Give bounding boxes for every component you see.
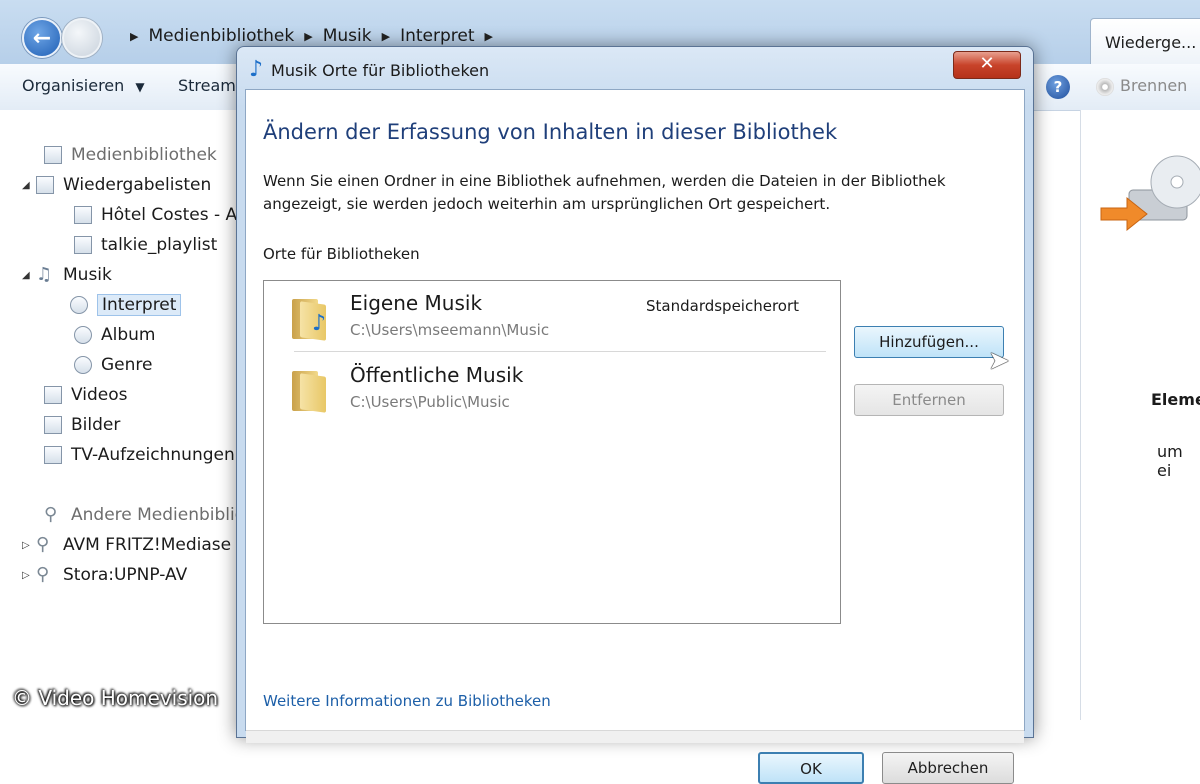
expand-icon[interactable]: ▷ (22, 540, 36, 551)
playlist-icon (36, 176, 54, 194)
tree-item-videos[interactable]: Videos (44, 381, 128, 409)
chevron-down-icon: ▼ (135, 80, 145, 94)
collapse-icon[interactable]: ◢ (22, 270, 36, 281)
breadcrumb-item-artist[interactable]: Interpret (400, 26, 474, 46)
tree-label: Album (101, 325, 156, 345)
tree-item-playlists[interactable]: ◢ Wiedergabelisten (22, 171, 211, 199)
ok-button[interactable]: OK (758, 752, 864, 784)
location-name: Eigene Musik (350, 291, 483, 315)
tree-item-album[interactable]: Album (74, 321, 155, 349)
tree-item-tv[interactable]: TV-Aufzeichnungen (44, 441, 235, 469)
tree-label: Bilder (71, 415, 121, 435)
close-button[interactable]: ✕ (953, 51, 1021, 79)
organize-label: Organisieren (22, 76, 125, 95)
cancel-button[interactable]: Abbrechen (882, 752, 1014, 784)
music-folder-icon: ♪ (292, 299, 328, 341)
default-location-label: Standardspeicherort (646, 297, 800, 315)
tree-label: AVM FRITZ!Mediase (63, 535, 232, 555)
genre-icon (74, 356, 92, 374)
tv-icon (44, 446, 62, 464)
organize-menu[interactable]: Organisieren ▼ (22, 76, 145, 95)
navigation-pane: Medienbibliothek ◢ Wiedergabelisten Hôtel… (0, 110, 245, 720)
tree-item-pictures[interactable]: Bilder (44, 411, 120, 439)
back-arrow-icon: ← (32, 25, 52, 51)
tree-item-other-libraries[interactable]: ⚲ Andere Medienbiblio (44, 501, 245, 529)
breadcrumb-arrow-icon[interactable]: ▶ (485, 30, 493, 43)
tree-label: talkie_playlist (101, 235, 218, 255)
panel-text: um ei (1157, 442, 1183, 480)
dialog-titlebar: ♪ Musik Orte für Bibliotheken (249, 55, 489, 85)
close-icon: ✕ (979, 53, 995, 74)
tree-item-library[interactable]: Medienbibliothek (44, 141, 217, 169)
burn-tab[interactable]: Brennen (1096, 76, 1187, 96)
video-icon (44, 386, 62, 404)
dialog-title: Musik Orte für Bibliotheken (271, 60, 490, 80)
tree-label: Wiedergabelisten (63, 175, 212, 195)
album-icon (74, 326, 92, 344)
more-info-link[interactable]: Weitere Informationen zu Bibliotheken (263, 692, 551, 710)
dialog-description: Wenn Sie einen Ordner in eine Bibliothek… (263, 172, 946, 213)
tree-label: TV-Aufzeichnungen (71, 445, 235, 465)
tree-item-device[interactable]: ▷ ⚲ AVM FRITZ!Mediase (22, 531, 231, 559)
network-plug-icon: ⚲ (44, 504, 58, 525)
collapse-icon[interactable]: ◢ (22, 180, 36, 191)
network-plug-icon: ⚲ (36, 564, 50, 585)
stream-menu[interactable]: Stream (178, 76, 236, 95)
music-note-icon: ♪ (249, 57, 264, 82)
breadcrumb-arrow-icon[interactable]: ▶ (304, 30, 312, 43)
location-item-own-music[interactable]: ♪ Eigene Musik C:\Users\mseemann\Music S… (264, 281, 840, 352)
tree-label: Videos (71, 385, 128, 405)
add-button[interactable]: Hinzufügen... (854, 326, 1004, 358)
tree-label: Andere Medienbiblio (71, 505, 246, 525)
disc-icon (1096, 77, 1114, 96)
tree-label: Stora:UPNP-AV (63, 565, 188, 585)
dialog-heading: Ändern der Erfassung von Inhalten in die… (263, 120, 838, 144)
playlist-icon (74, 206, 92, 224)
burn-disc-icon (1100, 155, 1200, 232)
locations-label: Orte für Bibliotheken (263, 245, 420, 263)
tree-item-playlist[interactable]: Hôtel Costes - A (74, 201, 237, 229)
dialog-footer (246, 730, 1024, 743)
breadcrumb-item-music[interactable]: Musik (323, 26, 372, 46)
tree-item-playlist[interactable]: talkie_playlist (74, 231, 217, 259)
back-button[interactable]: ← (22, 18, 62, 58)
location-path: C:\Users\Public\Music (350, 393, 510, 411)
mouse-cursor-icon: ➤ (988, 346, 1010, 376)
forward-button[interactable] (62, 18, 102, 58)
tree-item-device[interactable]: ▷ ⚲ Stora:UPNP-AV (22, 561, 187, 589)
folder-icon (292, 371, 328, 413)
location-item-public-music[interactable]: Öffentliche Musik C:\Users\Public\Music (264, 353, 840, 423)
picture-icon (44, 416, 62, 434)
divider (294, 351, 826, 352)
location-name: Öffentliche Musik (350, 363, 524, 387)
tree-label: Medienbibliothek (71, 145, 217, 165)
library-icon (44, 146, 62, 164)
tab-playback[interactable]: Wiederge... (1090, 18, 1200, 64)
burn-label: Brennen (1120, 76, 1188, 95)
tree-label: Interpret (97, 294, 182, 316)
artist-icon (70, 296, 88, 314)
network-plug-icon: ⚲ (36, 534, 50, 555)
tree-item-music[interactable]: ◢ ♫ Musik (22, 261, 112, 289)
tree-label: Genre (101, 355, 153, 375)
remove-button[interactable]: Entfernen (854, 384, 1004, 416)
tree-label: Hôtel Costes - A (101, 205, 238, 225)
list-pane: Eleme um ei (1080, 110, 1200, 720)
expand-icon[interactable]: ▷ (22, 570, 36, 581)
help-icon[interactable]: ? (1046, 75, 1070, 99)
location-path: C:\Users\mseemann\Music (350, 321, 550, 339)
watermark: © Video Homevision (12, 686, 219, 710)
panel-heading: Eleme (1151, 390, 1200, 409)
tree-item-artist[interactable]: Interpret (70, 291, 182, 319)
playlist-icon (74, 236, 92, 254)
breadcrumb-arrow-icon[interactable]: ▶ (130, 30, 138, 43)
dialog-content: Ändern der Erfassung von Inhalten in die… (245, 89, 1025, 784)
breadcrumb-arrow-icon[interactable]: ▶ (382, 30, 390, 43)
tree-item-genre[interactable]: Genre (74, 351, 152, 379)
breadcrumb-item-library[interactable]: Medienbibliothek (148, 26, 294, 46)
library-locations-dialog: ♪ Musik Orte für Bibliotheken ✕ Ändern d… (236, 46, 1034, 784)
locations-list[interactable]: ♪ Eigene Musik C:\Users\mseemann\Music S… (263, 280, 841, 624)
music-note-icon: ♫ (36, 264, 53, 285)
tree-label: Musik (63, 265, 112, 285)
